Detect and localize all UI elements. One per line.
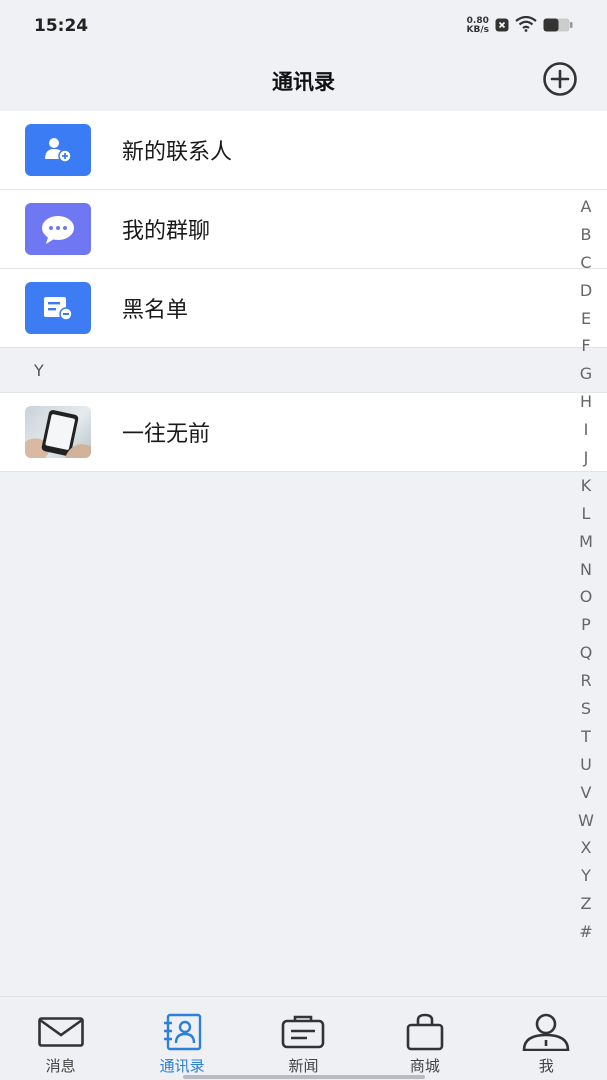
index-letter[interactable]: K [581, 472, 592, 500]
blacklist-icon [25, 282, 91, 334]
index-letter[interactable]: J [584, 444, 589, 472]
list-item-label: 我的群聊 [122, 219, 211, 244]
avatar [25, 406, 91, 458]
person-icon [522, 1013, 570, 1051]
index-letter[interactable]: X [581, 834, 592, 862]
battery-icon [543, 17, 573, 36]
index-letter[interactable]: Z [581, 890, 592, 918]
index-letter[interactable]: R [580, 667, 591, 695]
contact-item[interactable]: 一往无前 [0, 393, 607, 472]
bottom-tab-bar: 消息 通讯录 新闻 商城 我 [0, 996, 607, 1080]
index-letter[interactable]: M [579, 528, 593, 556]
index-letter[interactable]: D [580, 277, 592, 305]
add-button[interactable] [541, 62, 579, 100]
index-letter[interactable]: E [581, 305, 591, 333]
list-item-group-chats[interactable]: 我的群聊 [0, 190, 607, 269]
index-letter[interactable]: O [580, 583, 593, 611]
index-letter[interactable]: Y [581, 862, 591, 890]
contact-list: 新的联系人 我的群聊 黑名单 Y 一往无前 [0, 111, 607, 472]
index-letter[interactable]: A [581, 193, 592, 221]
tab-label: 商城 [409, 1057, 440, 1075]
list-item-label: 黑名单 [122, 298, 189, 323]
status-icons: 0.80 KB/s [467, 15, 573, 36]
index-letter[interactable]: G [580, 360, 592, 388]
list-item-blacklist[interactable]: 黑名单 [0, 269, 607, 348]
page-title: 通讯录 [272, 70, 335, 94]
tab-me[interactable]: 我 [491, 997, 601, 1076]
index-letter[interactable]: F [581, 332, 590, 360]
index-letter[interactable]: C [580, 249, 591, 277]
tab-contacts[interactable]: 通讯录 [127, 997, 237, 1076]
tab-shop[interactable]: 商城 [370, 997, 480, 1076]
alphabet-index[interactable]: A B C D E F G H I J K L M N O P Q R S T … [575, 193, 597, 946]
index-letter[interactable]: Q [580, 639, 593, 667]
section-header: Y [0, 348, 607, 393]
wifi-icon [515, 15, 537, 36]
tab-label: 通讯录 [159, 1057, 205, 1075]
contacts-icon [158, 1013, 206, 1051]
list-item-new-contacts[interactable]: 新的联系人 [0, 111, 607, 190]
index-letter[interactable]: P [581, 611, 591, 639]
chat-bubble-icon [25, 203, 91, 255]
status-time: 15:24 [34, 16, 89, 36]
index-letter[interactable]: V [581, 779, 592, 807]
index-letter[interactable]: U [580, 751, 592, 779]
home-indicator [183, 1075, 425, 1079]
index-letter[interactable]: H [580, 388, 592, 416]
index-letter[interactable]: B [581, 221, 592, 249]
contact-name: 一往无前 [122, 422, 211, 447]
index-letter[interactable]: L [582, 500, 591, 528]
envelope-icon [37, 1013, 85, 1051]
index-letter[interactable]: # [579, 918, 592, 946]
net-speed: 0.80 KB/s [467, 17, 489, 35]
index-letter[interactable]: I [584, 416, 589, 444]
status-bar: 15:24 0.80 KB/s [0, 0, 607, 52]
notification-x-icon [495, 17, 509, 36]
tab-label: 新闻 [288, 1057, 319, 1075]
net-speed-unit: KB/s [466, 25, 489, 35]
shopping-bag-icon [401, 1013, 449, 1051]
tab-label: 消息 [45, 1057, 76, 1075]
add-contact-icon [25, 124, 91, 176]
index-letter[interactable]: S [581, 695, 591, 723]
news-icon [279, 1013, 327, 1051]
plus-circle-icon [542, 61, 578, 101]
tab-messages[interactable]: 消息 [6, 997, 116, 1076]
index-letter[interactable]: N [580, 556, 592, 584]
index-letter[interactable]: W [578, 807, 594, 835]
header: 通讯录 [0, 52, 607, 110]
tab-label: 我 [538, 1057, 554, 1075]
list-item-label: 新的联系人 [122, 140, 233, 165]
tab-news[interactable]: 新闻 [248, 997, 358, 1076]
index-letter[interactable]: T [581, 723, 591, 751]
